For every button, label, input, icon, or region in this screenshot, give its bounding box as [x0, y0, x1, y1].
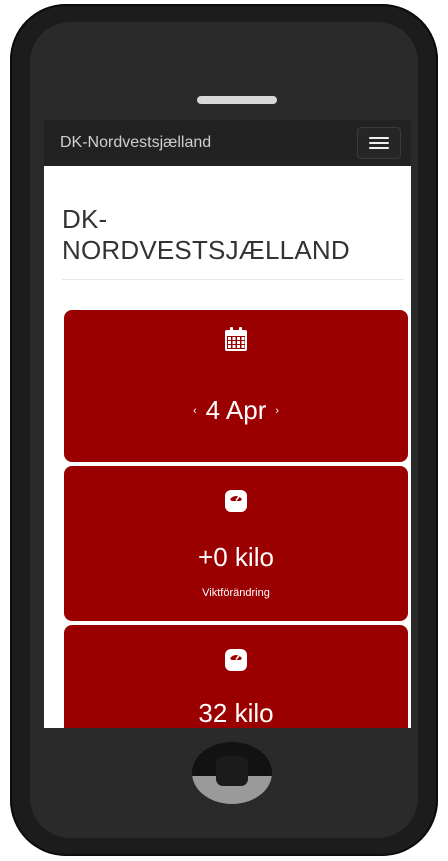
home-square-icon — [216, 756, 248, 786]
home-button[interactable] — [192, 742, 272, 804]
next-date-arrow-icon[interactable]: › — [275, 405, 279, 417]
phone-speaker — [197, 96, 277, 104]
date-selector: ‹ 4 Apr › — [64, 395, 408, 426]
scale-icon — [225, 490, 247, 517]
weight-change-value: +0 kilo — [198, 542, 274, 572]
weight-change-card[interactable]: +0 kilo Viktförändring — [64, 466, 408, 621]
hamburger-menu-icon[interactable] — [357, 127, 401, 159]
total-weight-value: 32 kilo — [198, 698, 274, 728]
navbar: DK-Nordvestsjælland — [44, 120, 411, 166]
total-weight-card[interactable]: 32 kilo — [64, 625, 408, 728]
title-divider — [62, 279, 404, 280]
date-card: ‹ 4 Apr › — [64, 310, 408, 462]
navbar-brand[interactable]: DK-Nordvestsjælland — [60, 134, 211, 152]
page-title-line-2: NORDVESTSJÆLLAND — [62, 235, 350, 265]
calendar-icon — [225, 327, 247, 356]
date-value: 4 Apr — [205, 395, 267, 425]
page-title-line-1: DK- — [62, 204, 108, 234]
page-title: DK- NORDVESTSJÆLLAND — [62, 204, 411, 266]
phone-screen: DK-Nordvestsjælland DK- NORDVESTSJÆLLAND — [44, 120, 411, 728]
prev-date-arrow-icon[interactable]: ‹ — [193, 405, 197, 417]
scale-icon — [225, 649, 247, 676]
weight-change-label: Viktförändring — [202, 587, 270, 599]
